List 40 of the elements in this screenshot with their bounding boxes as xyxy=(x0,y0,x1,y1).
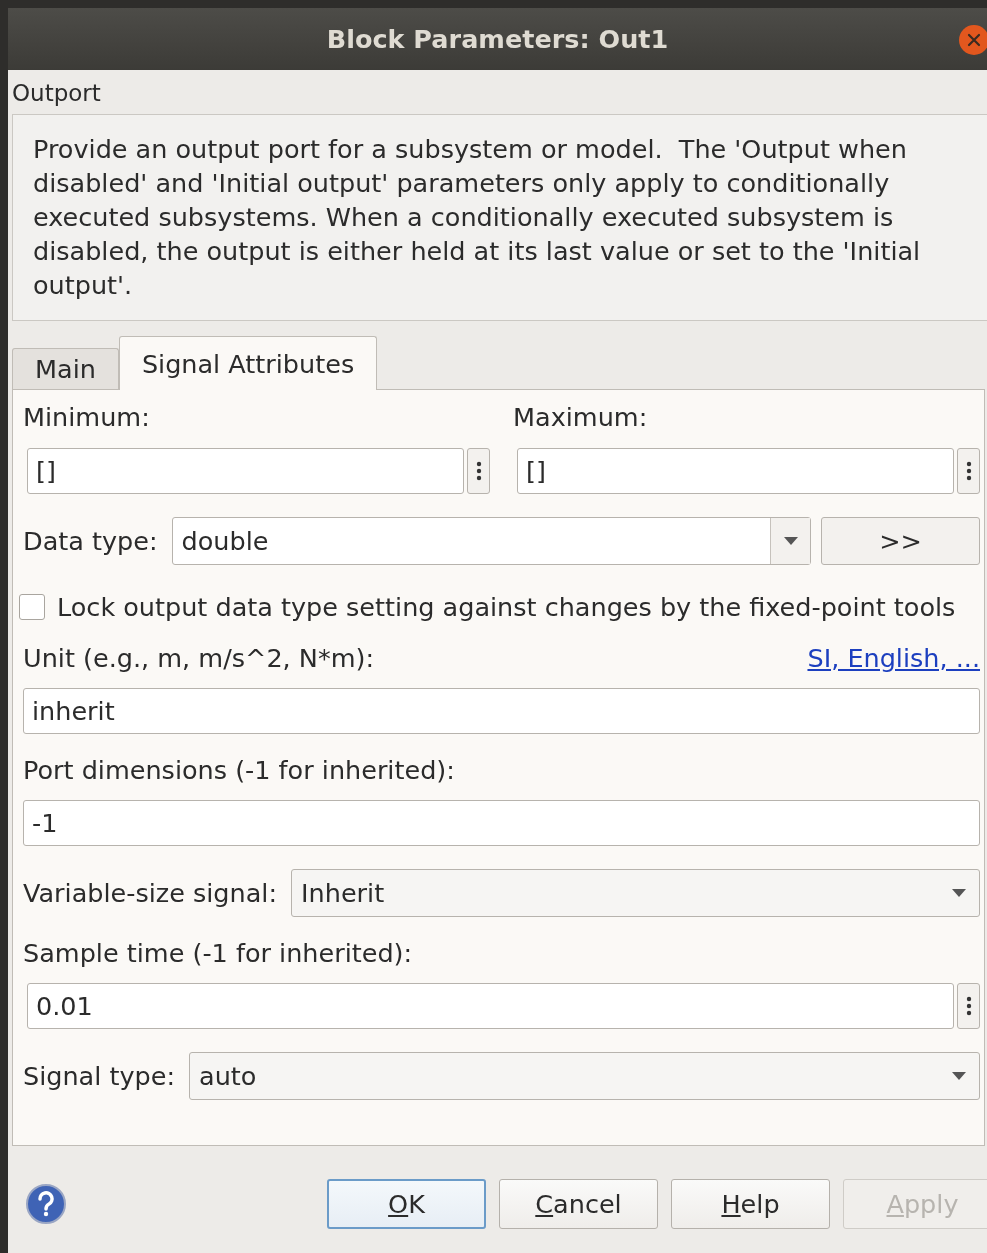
dialog-button: Apply xyxy=(843,1178,987,1229)
field-label: Data type: xyxy=(23,526,158,556)
more-icon xyxy=(965,460,972,482)
caret-icon xyxy=(782,536,799,546)
dropdown[interactable]: Inherit xyxy=(291,869,980,917)
block-type-label: Outport xyxy=(11,79,102,108)
unit-link[interactable]: SI, English, ... xyxy=(807,643,980,673)
more-button[interactable] xyxy=(957,983,980,1029)
caret-icon xyxy=(951,1071,967,1081)
tab[interactable]: Main xyxy=(12,348,119,389)
more-button[interactable] xyxy=(467,448,490,494)
checkbox-label: Lock output data type setting against changes by the fixed-point tools xyxy=(57,592,956,622)
field-label: Minimum: xyxy=(23,402,151,432)
field-label: Sample time (-1 for inherited): xyxy=(23,938,413,968)
input-field[interactable]: inherit xyxy=(23,688,980,734)
window-title: Block Parameters: Out1 xyxy=(326,24,669,54)
checkbox[interactable] xyxy=(19,594,45,620)
dialog-button[interactable]: Help xyxy=(671,1178,830,1229)
close-icon[interactable] xyxy=(958,24,987,56)
more-icon xyxy=(965,995,972,1017)
tab[interactable]: Signal Attributes xyxy=(118,336,378,390)
field-label: Variable-size signal: xyxy=(23,878,278,908)
dropdown[interactable]: double xyxy=(171,517,811,565)
caret-icon xyxy=(951,888,967,898)
field-label: Unit (e.g., m, m/s^2, N*m): xyxy=(23,643,375,673)
input-field[interactable]: [] xyxy=(27,448,464,494)
description-text: Provide an output port for a subsystem or model. The 'Output when disabled' and 'Initial output' parameters only apply to conditionally executed subsystems. When a conditionally executed subsystem is disabled, the output is either held at its last value or set to the 'Initial output'. xyxy=(12,114,987,321)
dropdown[interactable]: auto xyxy=(189,1052,980,1100)
field-label: Port dimensions (-1 for inherited): xyxy=(23,755,455,785)
help-icon[interactable] xyxy=(25,1182,67,1225)
dialog-button[interactable]: Cancel xyxy=(499,1178,658,1229)
more-button[interactable] xyxy=(957,448,980,494)
more-icon xyxy=(475,460,482,482)
data-type-assistant-button[interactable]: >> xyxy=(821,517,980,565)
input-field[interactable]: -1 xyxy=(23,800,980,846)
input-field[interactable]: 0.01 xyxy=(27,983,954,1029)
input-field[interactable]: [] xyxy=(517,448,954,494)
field-label: Maximum: xyxy=(513,402,649,432)
field-label: Signal type: xyxy=(23,1061,175,1091)
dialog-button[interactable]: OK xyxy=(327,1178,486,1229)
